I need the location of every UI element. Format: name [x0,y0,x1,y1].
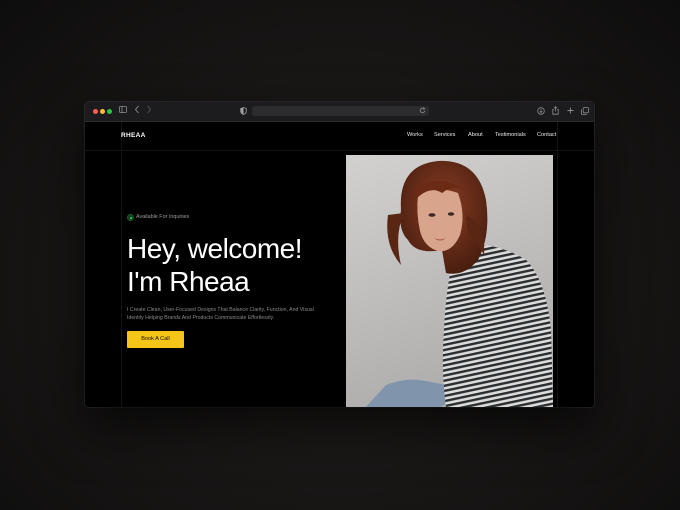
portrait-illustration [366,160,553,407]
share-icon[interactable] [552,106,559,118]
privacy-shield-icon[interactable] [240,107,247,118]
site-logo[interactable]: RHEAA [121,132,146,139]
book-a-call-button[interactable]: Book A Call [127,331,184,348]
hero-description: I Create Clean, User-Focused Designs Tha… [127,307,314,321]
status-dot-icon [127,214,134,221]
portrait-photo [346,155,553,407]
hero-headline: Hey, welcome! I'm Rheaa [127,232,303,298]
availability-text: Available For Inquiries [136,214,190,220]
headline-line-2: I'm Rheaa [127,266,250,297]
layout-guide-line [557,122,558,407]
sidebar-toggle-icon[interactable] [119,106,127,116]
nav-link-services[interactable]: Services [434,132,455,138]
tab-overview-icon[interactable] [581,107,589,118]
nav-link-testimonials[interactable]: Testimonials [495,132,526,138]
forward-arrow-icon[interactable] [146,105,152,117]
maximize-window-button[interactable] [107,109,112,114]
download-icon[interactable] [537,107,545,118]
minimize-window-button[interactable] [100,109,105,114]
browser-window: RHEAA Works Services About Testimonials … [85,102,594,407]
headline-line-1: Hey, welcome! [127,233,303,264]
layout-guide-line [121,122,122,407]
back-arrow-icon[interactable] [134,105,140,117]
browser-toolbar [85,102,594,122]
reload-icon[interactable] [419,107,426,117]
webpage: RHEAA Works Services About Testimonials … [85,122,594,407]
address-bar[interactable] [252,106,429,116]
new-tab-plus-icon[interactable] [567,107,574,117]
close-window-button[interactable] [93,109,98,114]
layout-guide-line [85,150,594,151]
nav-link-contact[interactable]: Contact [537,132,556,138]
nav-link-about[interactable]: About [468,132,483,138]
nav-link-works[interactable]: Works [407,132,423,138]
